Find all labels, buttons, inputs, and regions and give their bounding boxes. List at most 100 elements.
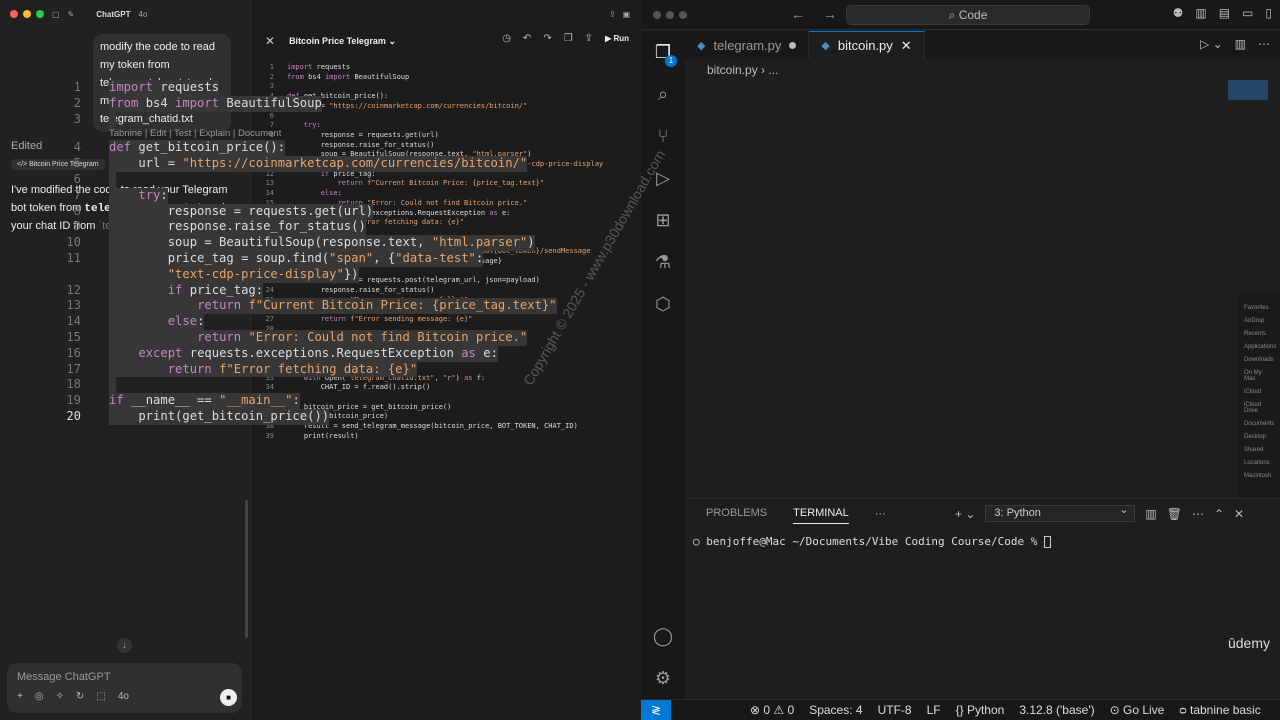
share-icon[interactable]: ⇪ [585, 33, 593, 44]
breadcrumb[interactable]: bitcoin.py › ... [707, 63, 778, 77]
source-control-icon[interactable]: ⑂ [641, 115, 685, 157]
more-icon[interactable]: ⋯ [1192, 507, 1204, 521]
search-icon[interactable]: ⌕ [641, 73, 685, 115]
code-line: 2 from bs4 import BeautifulSoup [44, 95, 639, 112]
testing-icon[interactable]: ⚗ [641, 241, 685, 283]
canvas-toggle-icon[interactable]: ▣ [622, 10, 630, 19]
share-icon[interactable]: ⇪ [609, 10, 616, 19]
code-line: 10 soup = BeautifulSoup(response.text, "… [44, 235, 639, 251]
new-terminal-icon[interactable]: + ⌄ [955, 507, 975, 521]
new-chat-icon[interactable]: ✎ [68, 10, 75, 19]
maximize-icon[interactable]: ⌃ [1214, 507, 1224, 521]
finder-item[interactable]: AirDrop [1244, 318, 1274, 324]
message-composer[interactable]: Message ChatGPT + ◎ ✧ ↻ ⬚ 4o ■ [7, 663, 242, 713]
finder-item[interactable]: Recents [1244, 331, 1274, 337]
finder-item[interactable]: Documents [1244, 421, 1274, 427]
stop-button[interactable]: ■ [220, 689, 237, 706]
message-input[interactable]: Message ChatGPT [17, 671, 111, 683]
finder-item[interactable]: iCloud [1244, 389, 1274, 395]
unsaved-dot-icon[interactable] [789, 41, 797, 49]
scrollbar[interactable] [245, 500, 248, 638]
split-terminal-icon[interactable]: ▥ [1145, 507, 1156, 521]
finder-item[interactable]: Applications [1244, 344, 1276, 350]
redo-icon[interactable]: ↷ [543, 33, 551, 44]
window-controls[interactable] [10, 10, 44, 18]
command-center[interactable]: ⌕ Code [846, 5, 1090, 25]
code-text: soup = BeautifulSoup(response.text, "htm… [109, 235, 535, 251]
explorer-icon[interactable]: ❐ 1 [641, 31, 685, 73]
tab-bitcoin[interactable]: ◆ bitcoin.py ✕ [809, 31, 925, 59]
close-icon[interactable]: ✕ [265, 34, 275, 48]
scroll-down-icon[interactable]: ↓ [117, 638, 132, 653]
settings-gear-icon[interactable]: ⚙ [641, 657, 685, 699]
terminal-select[interactable]: 3: Python [985, 503, 1136, 522]
remote-icon[interactable]: ≷ [641, 699, 671, 720]
cycle-icon[interactable]: ↻ [76, 691, 84, 702]
code-editor[interactable]: 1 import requests 2 from bs4 import Beautif… [44, 80, 639, 430]
eol-status[interactable]: LF [927, 703, 941, 717]
layout-icon[interactable]: ▥ [1195, 6, 1206, 20]
canvas-header: ✕ Bitcoin Price Telegram ⌄ ◷ ↶ ↷ ❐ ⇪ ▶ R… [251, 30, 641, 52]
codelens[interactable]: Tabnine | Edit | Test | Explain | Docume… [44, 127, 639, 140]
plus-icon[interactable]: + [17, 691, 23, 702]
window-controls[interactable] [653, 11, 687, 19]
sidebar-toggle-icon[interactable]: ▢ [52, 10, 60, 19]
finder-item[interactable]: Favorites [1244, 305, 1274, 311]
close-tab-icon[interactable]: ✕ [901, 38, 912, 54]
finder-item[interactable]: Macintosh [1244, 473, 1274, 479]
canvas-icon[interactable]: ⬚ [96, 691, 105, 702]
close-icon[interactable]: ✕ [1234, 507, 1244, 521]
code-line: 8 response = requests.get(url) [44, 203, 639, 220]
tabnine-icon[interactable]: ⬡ [641, 283, 685, 325]
finder-item[interactable]: iCloud Drive [1244, 402, 1274, 414]
interpreter-status[interactable]: 3.12.8 ('base') [1019, 703, 1094, 717]
more-icon[interactable]: ⋯ [875, 507, 886, 524]
indent-status[interactable]: Spaces: 4 [809, 703, 862, 717]
code-text: import requests [287, 63, 351, 71]
minimap[interactable] [1228, 80, 1268, 100]
code-text [109, 111, 117, 128]
tabnine-status[interactable]: ᴑ tabnine basic [1179, 703, 1260, 717]
code-line: 5 url = "https://coinmarketcap.com/curre… [44, 156, 639, 172]
finder-window[interactable]: Favorites AirDrop Recents Applications Downl… [1238, 292, 1280, 497]
undo-icon[interactable]: ↶ [523, 33, 531, 44]
account-icon[interactable]: ◯ [641, 615, 685, 657]
finder-item[interactable]: Downloads [1244, 357, 1274, 363]
line-number: 17 [66, 361, 81, 376]
problems-status[interactable]: ⊗ 0 ⚠ 0 [750, 703, 794, 717]
run-file-icon[interactable]: ▷ ⌄ [1200, 37, 1223, 51]
model-badge[interactable]: 4o [118, 691, 129, 702]
chatgpt-titlebar: ▢ ✎ ChatGPT 4o [0, 0, 250, 28]
golive-status[interactable]: ⊙ Go Live [1110, 703, 1165, 717]
language-status[interactable]: {} Python [956, 703, 1005, 717]
copilot-icon[interactable]: ⚉ [1173, 6, 1184, 20]
trash-icon[interactable]: 🗑 [1167, 507, 1182, 521]
canvas-title[interactable]: Bitcoin Price Telegram ⌄ [289, 36, 396, 47]
finder-item[interactable]: Desktop [1244, 434, 1274, 440]
split-editor-icon[interactable]: ▥ [1235, 37, 1246, 51]
terminal-prompt: benjoffe@Mac ~/Documents/Vibe Coding Cou… [706, 535, 1038, 548]
finder-item[interactable]: Shared [1244, 447, 1274, 453]
tab-terminal[interactable]: TERMINAL [793, 507, 849, 524]
encoding-status[interactable]: UTF-8 [878, 703, 912, 717]
history-icon[interactable]: ◷ [502, 33, 511, 44]
copy-icon[interactable]: ❐ [564, 33, 573, 44]
tab-telegram[interactable]: ◆ telegram.py [685, 31, 810, 59]
run-button[interactable]: ▶ Run [605, 34, 629, 43]
finder-item[interactable]: On My Mac [1244, 370, 1274, 382]
globe-icon[interactable]: ◎ [35, 691, 44, 702]
code-text: from bs4 import BeautifulSoup [109, 95, 322, 112]
sparkle-icon[interactable]: ✧ [56, 691, 64, 702]
terminal-output[interactable]: ○ benjoffe@Mac ~/Documents/Vibe Coding C… [693, 535, 1052, 548]
more-icon[interactable]: ⋯ [1258, 37, 1270, 51]
sidebar-icon[interactable]: ▤ [1219, 6, 1230, 20]
panel-icon[interactable]: ▭ [1242, 6, 1253, 20]
tab-problems[interactable]: PROBLEMS [706, 507, 767, 524]
model-selector[interactable]: 4o [139, 10, 148, 19]
editor-actions: ▷ ⌄ ▥ ⋯ [1200, 37, 1270, 51]
run-label: Run [613, 34, 629, 43]
extensions-icon[interactable]: ⊞ [641, 199, 685, 241]
finder-item[interactable]: Locations [1244, 460, 1274, 466]
secondary-sidebar-icon[interactable]: ▯ [1265, 6, 1272, 20]
line-number: 11 [66, 250, 81, 265]
